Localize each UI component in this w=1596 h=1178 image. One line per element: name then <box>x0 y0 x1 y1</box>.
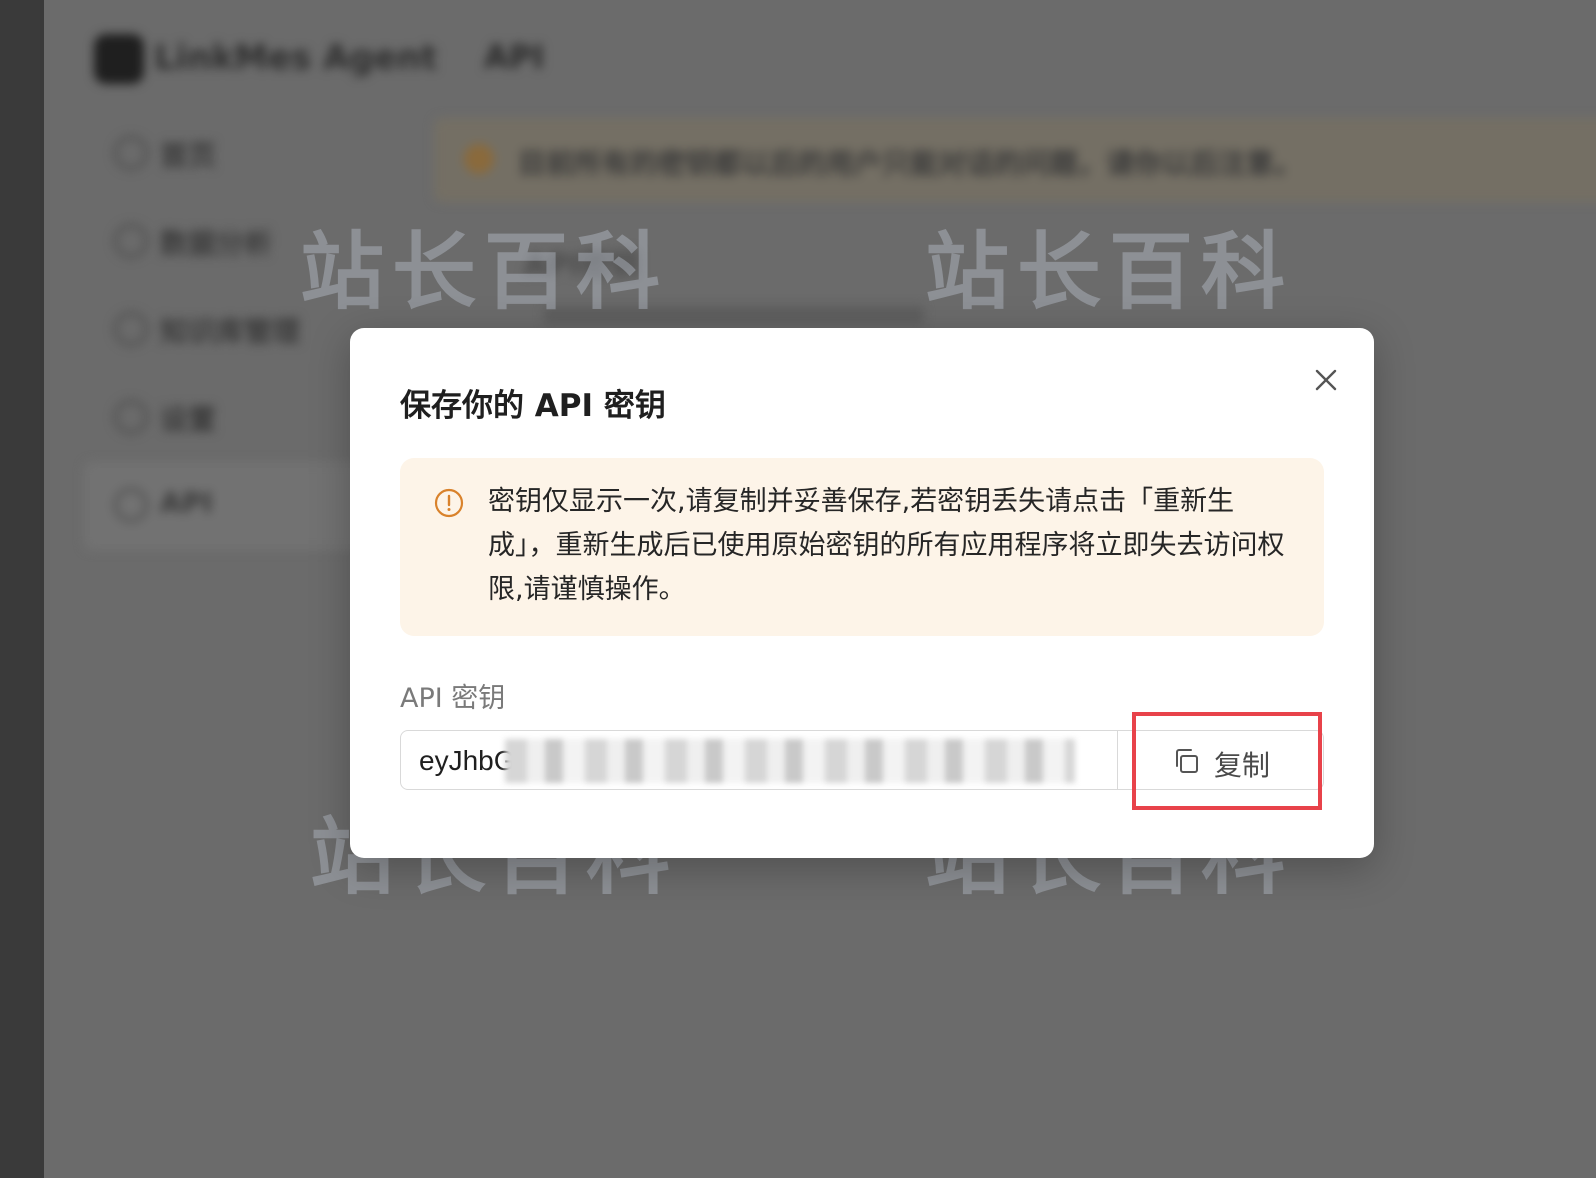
copy-button[interactable]: 复制 <box>1118 730 1324 790</box>
chart-icon <box>114 224 148 258</box>
sidebar-item-label: 知识库管理 <box>160 315 301 348</box>
gear-icon <box>114 400 148 434</box>
section-placeholder <box>544 306 924 324</box>
dialog-title: 保存你的 API 密钥 <box>400 388 666 424</box>
warning-icon <box>464 144 494 174</box>
app-logo <box>94 34 144 84</box>
exclamation-circle-icon <box>434 488 464 518</box>
close-icon <box>1315 369 1337 391</box>
section-title: API密钥 <box>524 248 641 283</box>
sidebar-item-knowledge[interactable]: 知识库管理 <box>84 286 374 374</box>
home-icon <box>114 136 148 170</box>
copy-icon <box>1176 749 1198 773</box>
sidebar-item-home[interactable]: 首页 <box>84 110 374 198</box>
warning-banner: 目前所有的密钥都以后的用户只能对话的问题，请你以后注意。 <box>434 118 1596 202</box>
app-brand: LinkMes Agent <box>154 38 438 78</box>
sidebar-item-label: API <box>160 486 213 519</box>
screen: LinkMes Agent API 首页 数据分析 知识库管理 设置 API 目… <box>0 0 1596 1178</box>
sidebar-item-label: 数据分析 <box>160 227 273 260</box>
header-title: API <box>484 38 545 76</box>
sidebar-item-analytics[interactable]: 数据分析 <box>84 198 374 286</box>
book-icon <box>114 312 148 346</box>
sidebar-item-label: 设置 <box>160 403 217 436</box>
save-api-key-dialog: 保存你的 API 密钥 密钥仅显示一次,请复制并妥善保存,若密钥丢失请点击「重新… <box>350 328 1374 858</box>
close-button[interactable] <box>1308 362 1344 398</box>
sidebar: 首页 数据分析 知识库管理 设置 API <box>84 110 374 550</box>
background-header: LinkMes Agent API <box>44 0 1596 110</box>
copy-button-label: 复制 <box>1214 749 1271 782</box>
left-edge <box>0 0 44 1178</box>
banner-text: 目前所有的密钥都以后的用户只能对话的问题，请你以后注意。 <box>518 147 1303 180</box>
warning-notice: 密钥仅显示一次,请复制并妥善保存,若密钥丢失请点击「重新生成」，重新生成后已使用… <box>400 458 1324 636</box>
api-key-label: API 密钥 <box>400 683 506 714</box>
notice-text: 密钥仅显示一次,请复制并妥善保存,若密钥丢失请点击「重新生成」，重新生成后已使用… <box>488 486 1285 605</box>
sidebar-item-settings[interactable]: 设置 <box>84 374 374 462</box>
sidebar-item-api[interactable]: API <box>84 462 374 550</box>
api-key-field[interactable]: eyJhbG <box>400 730 1118 790</box>
link-icon <box>114 488 148 522</box>
api-key-value: eyJhbG <box>419 745 516 776</box>
sidebar-item-label: 首页 <box>160 139 217 172</box>
redacted-key-blur <box>505 739 1075 783</box>
